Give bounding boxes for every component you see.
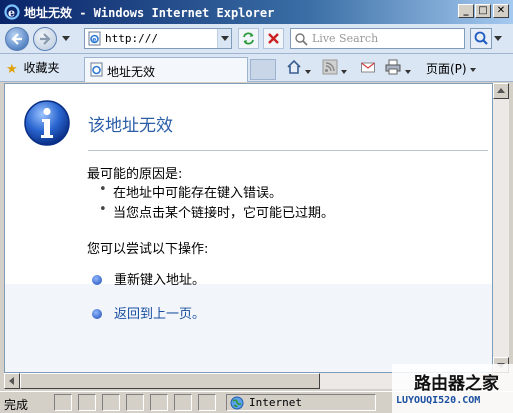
- forward-arrow-icon: [40, 33, 51, 45]
- tab-title: 地址无效: [107, 65, 156, 79]
- tab-toolbar: ★ 收藏夹 地址无效 页面(P): [0, 54, 513, 82]
- content-band: [5, 284, 492, 372]
- go-back-link[interactable]: 返回到上一页。: [92, 303, 205, 322]
- search-box[interactable]: Live Search: [290, 28, 465, 49]
- status-panel: [126, 394, 144, 411]
- back-button[interactable]: [5, 27, 29, 51]
- refresh-icon: [243, 32, 254, 45]
- retype-address-action[interactable]: 重新键入地址。: [92, 269, 205, 288]
- new-tab-button[interactable]: [250, 59, 276, 80]
- action-label: 返回到上一页。: [114, 307, 206, 322]
- address-box: e: [84, 28, 232, 49]
- back-arrow-icon: [11, 33, 22, 45]
- close-button[interactable]: ✕: [493, 4, 509, 18]
- action-label: 重新键入地址。: [114, 273, 206, 288]
- search-placeholder: Live Search: [312, 32, 379, 45]
- refresh-button[interactable]: [238, 28, 259, 49]
- home-button[interactable]: [286, 59, 311, 79]
- rss-feed-icon: [322, 59, 338, 75]
- mail-button[interactable]: [360, 59, 376, 79]
- print-button[interactable]: [384, 59, 411, 79]
- favorites-star-icon: ★: [6, 62, 18, 77]
- status-text: 完成: [4, 398, 29, 412]
- cause-item: 当您点击某个链接时，它可能已过期。: [99, 202, 334, 221]
- title-separator: [88, 150, 488, 151]
- stop-button[interactable]: [263, 28, 284, 49]
- printer-icon: [385, 59, 401, 75]
- blue-bullet-icon: [92, 308, 102, 319]
- horizontal-scroll-thumb[interactable]: [20, 373, 320, 389]
- page-content: 该地址无效 最可能的原因是: 在地址中可能存在键入错误。 当您点击某个链接时，它…: [4, 83, 493, 373]
- home-icon: [287, 59, 301, 74]
- info-icon: [24, 100, 70, 146]
- minimize-button[interactable]: _: [458, 4, 474, 18]
- feeds-button[interactable]: [322, 59, 347, 79]
- tab-active[interactable]: 地址无效: [84, 57, 248, 82]
- security-zone[interactable]: Internet: [226, 394, 376, 411]
- scroll-left-button[interactable]: [4, 373, 20, 389]
- blue-bullet-icon: [92, 274, 102, 285]
- stop-icon: [268, 33, 279, 44]
- address-input[interactable]: [105, 30, 215, 47]
- ie-logo-icon: e: [4, 4, 20, 20]
- search-options-dropdown[interactable]: [494, 36, 502, 41]
- status-panel: [54, 394, 72, 411]
- scroll-up-button[interactable]: [493, 83, 509, 99]
- address-toolbar: e Live Search: [0, 24, 513, 54]
- svg-text:e: e: [92, 37, 96, 44]
- forward-button[interactable]: [33, 27, 57, 51]
- status-panel: [198, 394, 216, 411]
- page-menu-label: 页面(P): [426, 62, 467, 76]
- mail-icon: [361, 62, 375, 73]
- favorites-label: 收藏夹: [23, 61, 60, 75]
- globe-icon: [230, 396, 244, 410]
- vertical-scrollbar[interactable]: [493, 83, 509, 373]
- title-bar: e 地址无效 - Windows Internet Explorer _ □ ✕: [0, 0, 513, 24]
- zone-label: Internet: [249, 396, 302, 409]
- svg-text:e: e: [8, 7, 15, 20]
- search-icon: [474, 31, 488, 45]
- favorites-button[interactable]: ★ 收藏夹: [6, 60, 60, 77]
- maximize-button[interactable]: □: [475, 4, 491, 18]
- address-dropdown-button[interactable]: [217, 29, 231, 48]
- status-panel: [174, 394, 192, 411]
- error-title: 该地址无效: [88, 116, 173, 136]
- try-heading: 您可以尝试以下操作:: [87, 242, 209, 257]
- causes-heading: 最可能的原因是:: [87, 167, 183, 182]
- search-button[interactable]: [470, 28, 492, 49]
- page-menu-button[interactable]: 页面(P): [426, 60, 476, 77]
- watermark-title: 路由器之家: [414, 374, 499, 394]
- cause-item: 在地址中可能存在键入错误。: [99, 182, 282, 201]
- status-panel: [150, 394, 168, 411]
- window-title: 地址无效 - Windows Internet Explorer: [24, 6, 275, 20]
- tab-page-icon: [90, 62, 103, 77]
- page-icon: e: [88, 31, 101, 46]
- status-panel: [78, 394, 96, 411]
- watermark: 路由器之家 LUYOUQI520.COM: [392, 364, 513, 413]
- status-panel: [102, 394, 120, 411]
- search-provider-icon: [295, 33, 308, 46]
- watermark-url: LUYOUQI520.COM: [396, 395, 481, 406]
- recent-pages-dropdown[interactable]: [62, 36, 70, 41]
